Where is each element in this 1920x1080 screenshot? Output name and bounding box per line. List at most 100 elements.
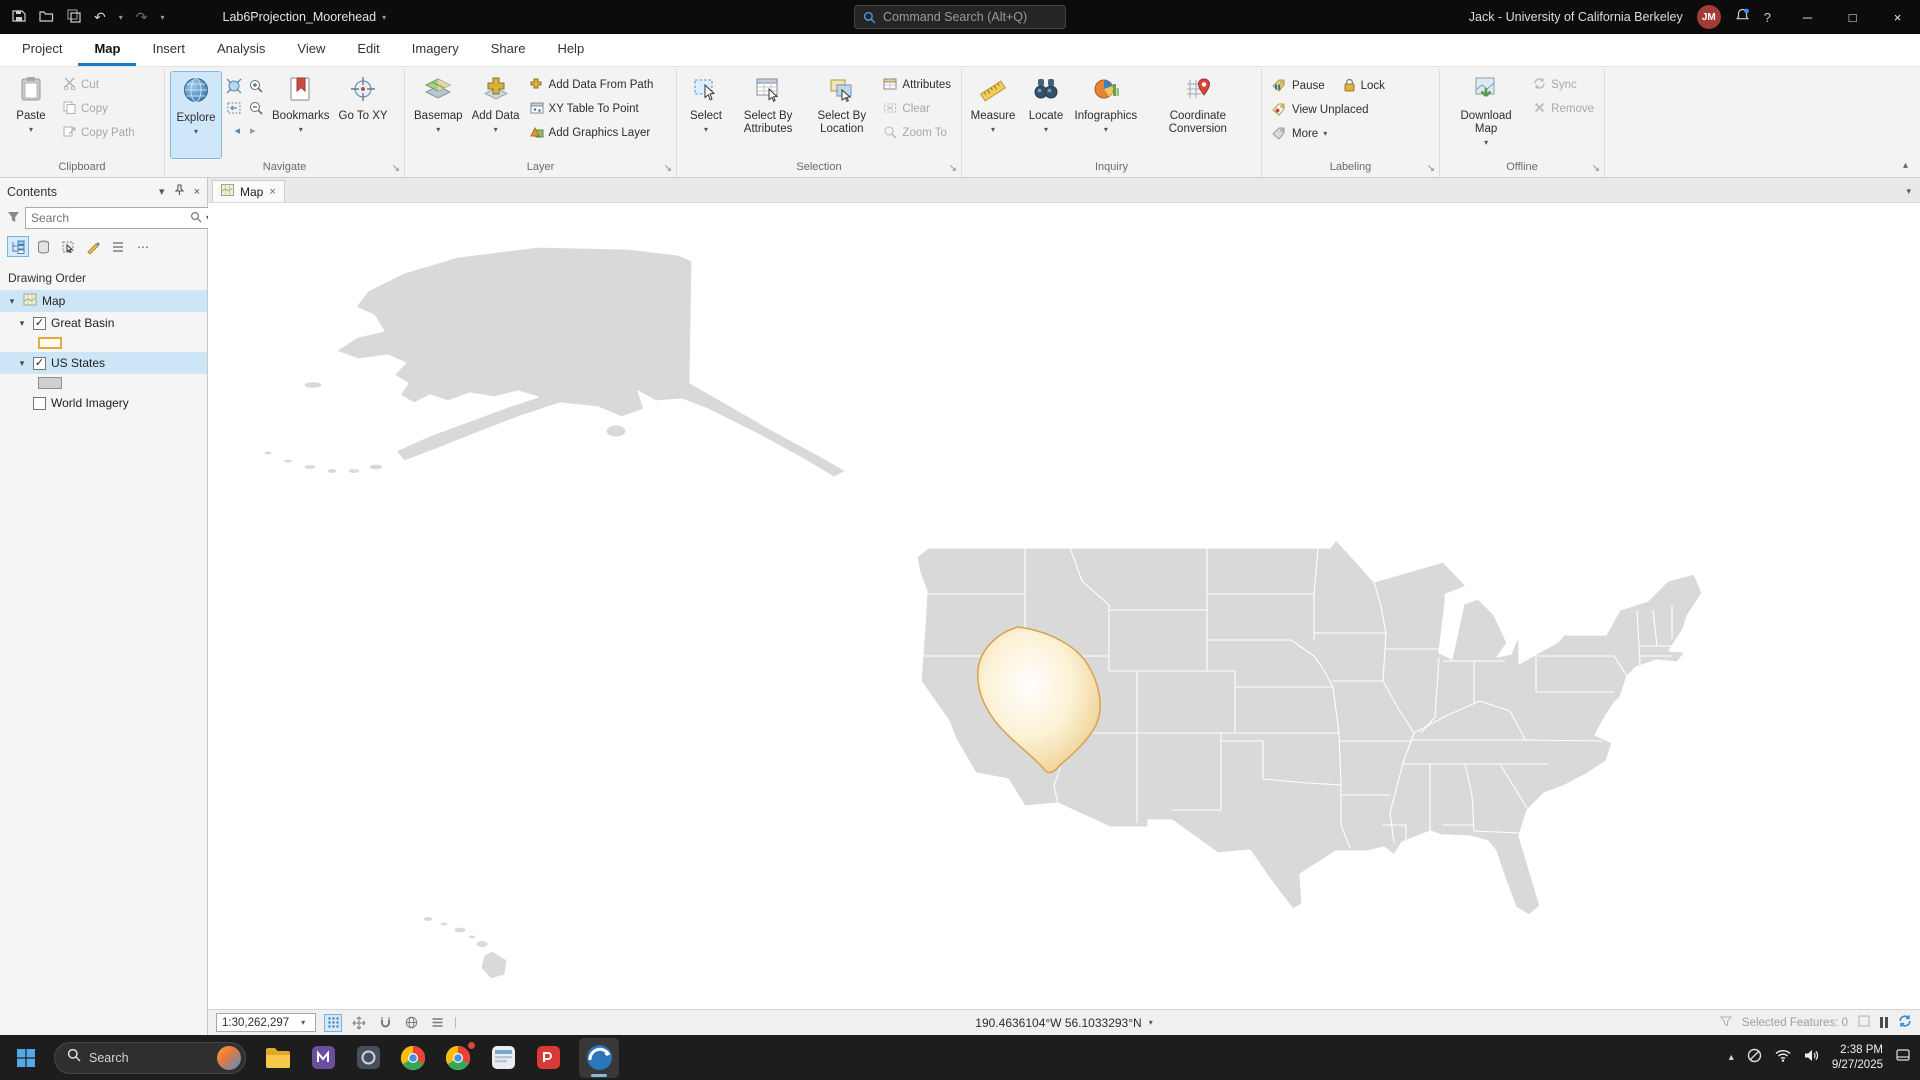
close-button[interactable]: ×: [1875, 0, 1920, 34]
scale-selector[interactable]: 1:30,262,297 ▾: [216, 1013, 316, 1032]
tab-list-chevron-icon[interactable]: ▾: [1906, 186, 1920, 202]
add-data-from-path-button[interactable]: Add Data From Path: [526, 75, 658, 95]
fixed-zoom-in-icon[interactable]: [246, 76, 266, 96]
account-name[interactable]: Jack - University of California Berkeley: [1469, 10, 1683, 24]
refresh-icon[interactable]: [1898, 1014, 1912, 1031]
chrome-icon[interactable]: [399, 1044, 427, 1072]
fixed-zoom-out-icon[interactable]: [246, 98, 266, 118]
sync-button[interactable]: Sync: [1529, 75, 1598, 95]
clear-button[interactable]: Clear: [879, 99, 955, 119]
view-unplaced-button[interactable]: View Unplaced: [1268, 100, 1373, 120]
collapse-ribbon-icon[interactable]: ▴: [1903, 160, 1908, 171]
pause-labeling-button[interactable]: Pause: [1268, 76, 1329, 96]
great-basin-checkbox[interactable]: ✓: [33, 317, 46, 330]
layer-dialog-launcher-icon[interactable]: ↘: [664, 163, 672, 174]
go-to-xy-button[interactable]: Go To XY: [336, 72, 391, 158]
tab-insert[interactable]: Insert: [136, 34, 201, 66]
tree-expander-icon[interactable]: ▾: [16, 318, 28, 329]
open-project-icon[interactable]: [39, 9, 54, 25]
help-icon[interactable]: ?: [1764, 10, 1771, 25]
more-views-icon[interactable]: ⋯: [132, 236, 154, 257]
add-data-button[interactable]: Add Data ▾: [469, 72, 523, 158]
layers-list-icon[interactable]: [428, 1014, 446, 1032]
notifications-bell-icon[interactable]: [1735, 8, 1750, 26]
media-app-icon[interactable]: [489, 1044, 517, 1072]
offline-dialog-launcher-icon[interactable]: ↘: [1592, 163, 1600, 174]
dark-app-icon[interactable]: [354, 1044, 382, 1072]
select-by-location-button[interactable]: Select By Location: [807, 72, 876, 158]
labeling-dialog-launcher-icon[interactable]: ↘: [1427, 163, 1435, 174]
drawing-status-icon[interactable]: [1858, 1015, 1870, 1030]
pin-icon[interactable]: [174, 184, 185, 199]
tree-expander-icon[interactable]: ▾: [16, 358, 28, 369]
infographics-button[interactable]: Infographics ▾: [1074, 72, 1138, 158]
layer-row-us-states[interactable]: ▾ ✓ US States: [0, 352, 207, 374]
snapping-magnet-icon[interactable]: [376, 1014, 394, 1032]
coordinate-conversion-button[interactable]: Coordinate Conversion: [1141, 72, 1255, 158]
map-canvas[interactable]: [208, 203, 1920, 1009]
maximize-button[interactable]: □: [1830, 0, 1875, 34]
tab-analysis[interactable]: Analysis: [201, 34, 281, 66]
map-view-tab[interactable]: Map ×: [212, 180, 285, 202]
us-states-swatch[interactable]: [38, 377, 62, 389]
contents-search-input[interactable]: [31, 211, 186, 225]
next-extent-icon[interactable]: ▸: [250, 124, 256, 137]
taskbar-clock[interactable]: 2:38 PM 9/27/2025: [1832, 1043, 1883, 1073]
tab-share[interactable]: Share: [475, 34, 542, 66]
snap-grid-icon[interactable]: [324, 1014, 342, 1032]
measure-button[interactable]: Measure ▾: [968, 72, 1018, 158]
coordinates-readout[interactable]: 190.4636104°W 56.1033293°N ▾: [975, 1016, 1152, 1030]
xy-table-to-point-button[interactable]: XY Table To Point: [526, 99, 658, 119]
select-button[interactable]: Select ▾: [683, 72, 729, 158]
view-data-source-icon[interactable]: [32, 236, 54, 257]
minimize-button[interactable]: ─: [1785, 0, 1830, 34]
tray-expand-chevron-icon[interactable]: ▴: [1729, 1052, 1734, 1063]
volume-icon[interactable]: [1804, 1049, 1819, 1067]
redo-icon[interactable]: ↷: [136, 9, 148, 26]
view-selection-icon[interactable]: [57, 236, 79, 257]
cut-button[interactable]: Cut: [59, 75, 139, 95]
view-editing-icon[interactable]: [82, 236, 104, 257]
pdf-app-icon[interactable]: [534, 1044, 562, 1072]
avatar[interactable]: JM: [1697, 5, 1721, 29]
attributes-button[interactable]: Attributes: [879, 75, 955, 95]
us-states-checkbox[interactable]: ✓: [33, 357, 46, 370]
select-by-attributes-button[interactable]: Select By Attributes: [732, 72, 804, 158]
lock-labels-button[interactable]: Lock: [1339, 76, 1389, 96]
start-button[interactable]: [12, 1044, 40, 1072]
project-title[interactable]: Lab6Projection_Moorehead ▾: [223, 10, 387, 24]
download-map-button[interactable]: Download Map ▾: [1446, 72, 1526, 158]
navigate-dialog-launcher-icon[interactable]: ↘: [392, 163, 400, 174]
globe-mode-icon[interactable]: [402, 1014, 420, 1032]
view-snapping-icon[interactable]: [107, 236, 129, 257]
selection-dialog-launcher-icon[interactable]: ↘: [949, 163, 957, 174]
explore-button[interactable]: Explore ▾: [171, 72, 221, 158]
tab-view[interactable]: View: [281, 34, 341, 66]
undo-chevron-icon[interactable]: ▾: [119, 13, 123, 22]
tab-imagery[interactable]: Imagery: [396, 34, 475, 66]
tab-help[interactable]: Help: [541, 34, 600, 66]
close-tab-icon[interactable]: ×: [269, 186, 275, 198]
bookmarks-button[interactable]: Bookmarks ▾: [269, 72, 333, 158]
arcgis-pro-taskbar-icon[interactable]: [579, 1038, 619, 1078]
chrome-profile-icon[interactable]: [444, 1044, 472, 1072]
close-pane-icon[interactable]: ×: [194, 186, 200, 198]
view-drawing-order-icon[interactable]: [7, 236, 29, 257]
basemap-button[interactable]: Basemap ▾: [411, 72, 466, 158]
layer-row-map[interactable]: ▾ Map: [0, 290, 207, 312]
qat-customize-chevron-icon[interactable]: ▾: [160, 13, 164, 22]
command-search[interactable]: Command Search (Alt+Q): [854, 5, 1066, 29]
notification-center-icon[interactable]: [1896, 1048, 1910, 1067]
tab-project[interactable]: Project: [6, 34, 78, 66]
paste-button[interactable]: Paste ▾: [6, 72, 56, 158]
previous-extent-icon[interactable]: ◂: [234, 124, 240, 137]
purple-app-icon[interactable]: [309, 1044, 337, 1072]
filter-funnel-icon[interactable]: [7, 211, 20, 226]
zoom-to-button[interactable]: Zoom To: [879, 123, 955, 143]
copy-button[interactable]: Copy: [59, 99, 139, 119]
save-project-icon[interactable]: [12, 9, 26, 26]
locate-button[interactable]: Locate ▾: [1021, 72, 1071, 158]
save-all-icon[interactable]: [67, 9, 81, 26]
layer-row-great-basin[interactable]: ▾ ✓ Great Basin: [0, 312, 207, 334]
file-explorer-icon[interactable]: [264, 1044, 292, 1072]
